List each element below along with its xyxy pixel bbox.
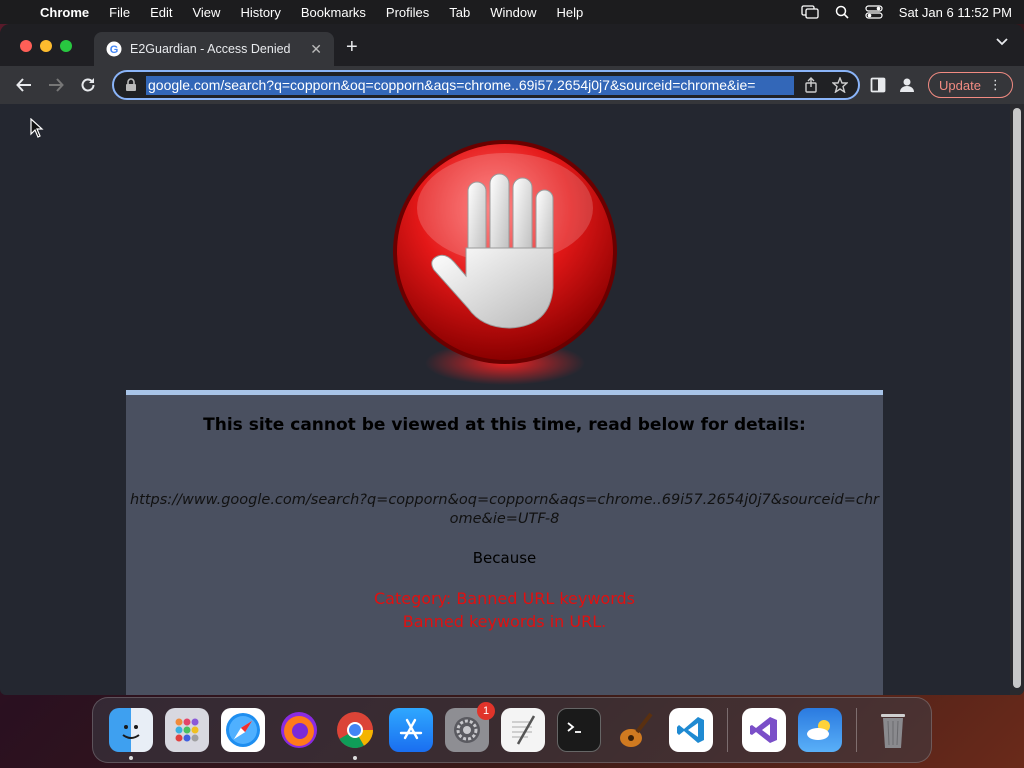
spotlight-search-icon[interactable]: [835, 5, 849, 19]
safari-icon[interactable]: [221, 708, 265, 752]
vscode-icon[interactable]: [669, 708, 713, 752]
tab-search-chevron-icon[interactable]: [996, 38, 1008, 46]
scrollbar-thumb[interactable]: [1013, 108, 1021, 688]
tab-close-icon[interactable]: ✕: [310, 41, 322, 58]
reload-button[interactable]: [72, 71, 104, 99]
svg-text:G: G: [110, 44, 119, 56]
close-window-button[interactable]: [20, 40, 32, 52]
tab-title: E2Guardian - Access Denied: [130, 42, 291, 56]
address-text[interactable]: google.com/search?q=copporn&oq=copporn&a…: [146, 75, 794, 95]
mouse-pointer-icon: [30, 118, 44, 138]
block-category: Category: Banned URL keywords: [373, 589, 636, 608]
menu-history[interactable]: History: [240, 5, 280, 20]
profile-avatar-icon[interactable]: [898, 76, 916, 94]
page-title: This site cannot be viewed at this time,…: [203, 415, 806, 435]
menu-app-name[interactable]: Chrome: [40, 5, 89, 20]
control-center-icon[interactable]: [865, 5, 883, 19]
google-favicon-icon: G: [106, 41, 122, 57]
back-arrow-icon: [16, 78, 31, 92]
tab-strip: G E2Guardian - Access Denied ✕ +: [0, 24, 1024, 66]
terminal-icon[interactable]: [557, 708, 601, 752]
forward-button[interactable]: [40, 71, 72, 99]
update-button[interactable]: Update ⋮: [928, 72, 1013, 98]
menu-file[interactable]: File: [109, 5, 130, 20]
reload-icon: [81, 78, 95, 92]
dock: 1: [92, 697, 932, 763]
system-settings-icon[interactable]: 1: [445, 702, 495, 752]
browser-window: G E2Guardian - Access Denied ✕ + google.…: [0, 24, 1024, 695]
screen-mirroring-icon[interactable]: [801, 5, 819, 19]
minimize-window-button[interactable]: [40, 40, 52, 52]
browser-toolbar: google.com/search?q=copporn&oq=copporn&a…: [0, 66, 1024, 104]
new-tab-button[interactable]: +: [346, 36, 358, 59]
garageband-icon[interactable]: [613, 708, 657, 752]
running-indicator: [353, 756, 357, 760]
lock-icon[interactable]: [124, 78, 138, 92]
trash-icon[interactable]: [871, 708, 915, 752]
weather-icon[interactable]: [798, 708, 842, 752]
vertical-scrollbar[interactable]: [1010, 104, 1024, 695]
side-panel-icon[interactable]: [870, 77, 886, 93]
app-store-icon[interactable]: [389, 708, 433, 752]
launchpad-icon[interactable]: [165, 708, 209, 752]
firefox-icon[interactable]: [277, 708, 321, 752]
stop-hand-icon: [393, 140, 617, 385]
back-button[interactable]: [8, 71, 40, 99]
dock-separator: [727, 708, 728, 752]
zoom-window-button[interactable]: [60, 40, 72, 52]
menu-edit[interactable]: Edit: [150, 5, 172, 20]
menu-tab[interactable]: Tab: [449, 5, 470, 20]
page-content: This site cannot be viewed at this time,…: [0, 104, 1010, 695]
menu-help[interactable]: Help: [557, 5, 584, 20]
block-detail: Banned keywords in URL.: [402, 612, 607, 631]
menu-bookmarks[interactable]: Bookmarks: [301, 5, 366, 20]
menu-bar: Chrome File Edit View History Bookmarks …: [0, 0, 1024, 24]
because-label: Because: [472, 549, 537, 567]
update-label: Update: [939, 77, 981, 93]
tab-active[interactable]: G E2Guardian - Access Denied ✕: [94, 32, 334, 66]
finder-icon[interactable]: [109, 708, 153, 760]
menu-view[interactable]: View: [192, 5, 220, 20]
bookmark-star-icon[interactable]: [832, 77, 848, 93]
menu-profiles[interactable]: Profiles: [386, 5, 429, 20]
textedit-icon[interactable]: [501, 708, 545, 752]
menu-window[interactable]: Window: [490, 5, 536, 20]
more-menu-icon[interactable]: ⋮: [989, 77, 1002, 93]
visual-studio-icon[interactable]: [742, 708, 786, 752]
denied-panel: This site cannot be viewed at this time,…: [126, 390, 883, 695]
window-controls: [20, 40, 72, 52]
blocked-url: https://www.google.com/search?q=copporn&…: [129, 492, 879, 527]
menu-clock[interactable]: Sat Jan 6 11:52 PM: [899, 5, 1012, 20]
running-indicator: [129, 756, 133, 760]
dock-separator: [856, 708, 857, 752]
address-bar[interactable]: google.com/search?q=copporn&oq=copporn&a…: [112, 70, 860, 100]
share-icon[interactable]: [804, 77, 818, 93]
notification-badge: 1: [477, 702, 495, 720]
block-reason: Category: Banned URL keywords Banned key…: [126, 587, 883, 633]
forward-arrow-icon: [49, 78, 64, 92]
chrome-icon[interactable]: [333, 708, 377, 760]
